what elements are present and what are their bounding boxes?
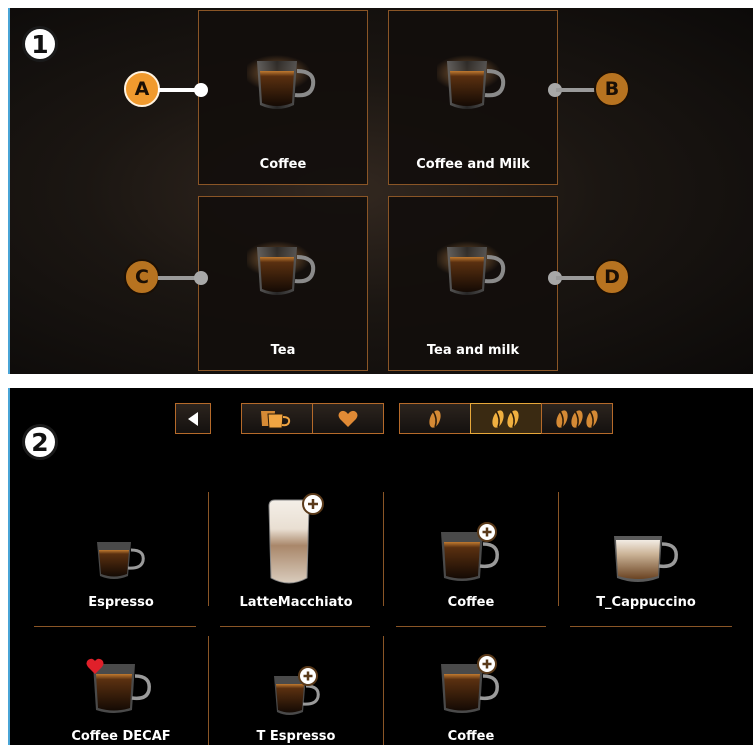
- tile-label: Coffee and Milk: [416, 157, 530, 172]
- callout-dot: [194, 271, 208, 285]
- three-beans-icon: [556, 409, 598, 428]
- drink-t-espresso[interactable]: T Espresso: [211, 636, 381, 745]
- tile-coffee[interactable]: Coffee: [198, 10, 368, 185]
- back-arrow-icon: [188, 411, 198, 426]
- callout-a: A: [124, 71, 208, 109]
- strength-mild-button[interactable]: [399, 403, 471, 434]
- drink-t-cappuccino[interactable]: T_Cappuccino: [561, 492, 731, 622]
- cups-icon: [261, 410, 291, 428]
- drink-selection-screen: 2 Espresso LatteMacchiato Coffee T_Cappu…: [8, 388, 753, 745]
- grid-separator: [396, 626, 546, 627]
- grid-separator: [383, 636, 384, 745]
- strength-strong-button[interactable]: [541, 403, 613, 434]
- back-button[interactable]: [175, 403, 211, 434]
- callout-line: [556, 276, 598, 280]
- two-beans-icon: [492, 409, 519, 428]
- drink-coffee[interactable]: Coffee: [386, 492, 556, 622]
- heart-icon: [338, 410, 358, 427]
- callout-d: D: [548, 259, 632, 297]
- callout-b: B: [548, 71, 632, 109]
- tile-tea-and-milk[interactable]: Tea and milk: [388, 196, 558, 371]
- step-number-2: 2: [22, 424, 58, 460]
- drink-label: Coffee: [447, 729, 495, 744]
- espresso-cup-icon: [97, 542, 145, 579]
- grid-separator: [208, 636, 209, 745]
- grid-separator: [220, 626, 370, 627]
- grid-separator: [383, 492, 384, 606]
- callout-dot: [194, 83, 208, 97]
- callout-badge: A: [124, 71, 160, 107]
- coffee-cup-icon: [437, 55, 506, 109]
- filter-favorites-button[interactable]: [312, 403, 384, 434]
- grid-separator: [570, 626, 732, 627]
- callout-badge: B: [594, 71, 630, 107]
- screen-edge: [8, 388, 10, 745]
- coffee-cup-icon: [247, 241, 316, 295]
- drink-espresso[interactable]: Espresso: [36, 492, 206, 622]
- screen-edge: [8, 8, 10, 374]
- callout-badge: C: [124, 259, 160, 295]
- tile-coffee-and-milk[interactable]: Coffee and Milk: [388, 10, 558, 185]
- coffee-menu-screen: 1 Coffee Coffee and Milk Tea Tea and mil…: [8, 8, 753, 374]
- cappuccino-cup-icon: [614, 536, 678, 582]
- callout-badge: D: [594, 259, 630, 295]
- drink-coffee-2[interactable]: Coffee: [386, 636, 556, 745]
- step-number-1: 1: [22, 26, 58, 62]
- drink-label: Coffee: [447, 595, 495, 610]
- drink-lattemacchiato[interactable]: LatteMacchiato: [211, 492, 381, 622]
- grid-separator: [558, 492, 559, 606]
- coffee-cup-icon: [441, 522, 499, 581]
- drink-label: Espresso: [88, 595, 154, 610]
- drink-label: T Espresso: [256, 729, 336, 744]
- latte-glass-icon: [268, 493, 324, 584]
- drink-label: Coffee DECAF: [71, 729, 171, 744]
- coffee-cup-icon: [247, 55, 316, 109]
- callout-line: [556, 88, 598, 92]
- filter-all-drinks-button[interactable]: [241, 403, 313, 434]
- strength-medium-button[interactable]: [470, 403, 542, 434]
- drink-label: T_Cappuccino: [596, 595, 696, 610]
- callout-c: C: [124, 259, 208, 297]
- one-bean-icon: [429, 409, 441, 428]
- coffee-cup-icon: [86, 658, 151, 713]
- tile-label: Tea: [270, 343, 296, 358]
- grid-separator: [34, 626, 196, 627]
- coffee-cup-icon: [441, 654, 499, 713]
- grid-separator: [208, 492, 209, 606]
- tile-label: Coffee: [259, 157, 307, 172]
- tile-label: Tea and milk: [426, 343, 520, 358]
- drink-label: LatteMacchiato: [239, 595, 353, 610]
- drink-coffee-decaf[interactable]: Coffee DECAF: [36, 636, 206, 745]
- coffee-cup-icon: [437, 241, 506, 295]
- espresso-cup-icon: [274, 666, 320, 715]
- tile-tea[interactable]: Tea: [198, 196, 368, 371]
